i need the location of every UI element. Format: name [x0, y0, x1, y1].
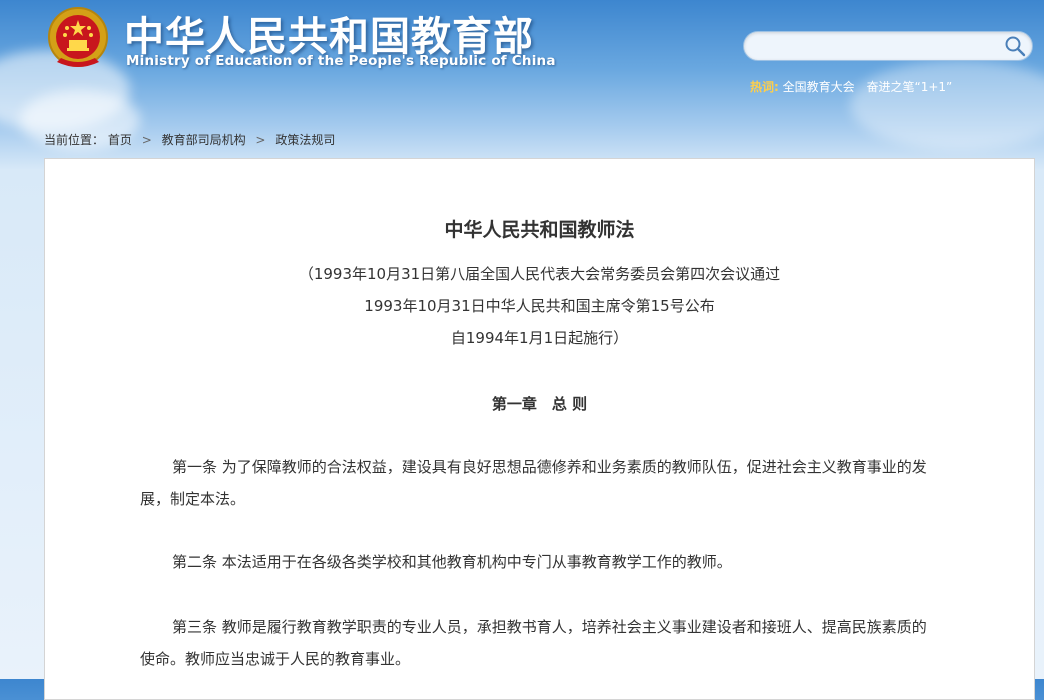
document-meta-line: 自1994年1月1日起施行）: [450, 329, 629, 347]
search-input[interactable]: [756, 36, 1000, 58]
hot-words: 热词: 全国教育大会 奋进之笔“1+1”: [750, 78, 960, 95]
breadcrumb: 当前位置： 首页 > 教育部司局机构 > 政策法规司: [44, 131, 335, 148]
document-meta-line: 1993年10月31日中华人民共和国主席令第15号公布: [364, 297, 715, 315]
breadcrumb-separator: >: [141, 133, 152, 147]
breadcrumb-separator: >: [255, 133, 266, 147]
national-emblem-icon: [48, 7, 108, 67]
document-meta-line: （1993年10月31日第八届全国人民代表大会常务委员会第四次会议通过: [298, 265, 781, 283]
site-header: 中华人民共和国教育部 Ministry of Education of the …: [0, 0, 1044, 125]
article-paragraph: 第一条 为了保障教师的合法权益，建设具有良好思想品德修养和业务素质的教师队伍，促…: [140, 458, 927, 508]
article-paragraph: 第二条 本法适用于在各级各类学校和其他教育机构中专门从事教育教学工作的教师。: [172, 553, 732, 571]
hot-word-link[interactable]: 全国教育大会: [783, 80, 855, 94]
breadcrumb-prefix: 当前位置：: [44, 133, 105, 147]
article-paragraph: 第三条 教师是履行教育教学职责的专业人员，承担教书育人，培养社会主义事业建设者和…: [140, 618, 927, 668]
chapter-heading: 第一章 总 则: [491, 395, 588, 413]
breadcrumb-home[interactable]: 首页: [108, 133, 132, 147]
hot-words-label: 热词:: [750, 80, 779, 94]
breadcrumb-policy-dept[interactable]: 政策法规司: [275, 133, 335, 147]
article-panel: 中华人民共和国教师法 （1993年10月31日第八届全国人民代表大会常务委员会第…: [44, 158, 1035, 700]
breadcrumb-department[interactable]: 教育部司局机构: [162, 133, 246, 147]
site-title-english: Ministry of Education of the People's Re…: [126, 53, 556, 69]
search-icon[interactable]: [1004, 35, 1026, 57]
search-bar: [743, 31, 1033, 61]
document-title: 中华人民共和国教师法: [444, 219, 635, 241]
hot-word-link[interactable]: 奋进之笔“1+1”: [866, 80, 952, 94]
